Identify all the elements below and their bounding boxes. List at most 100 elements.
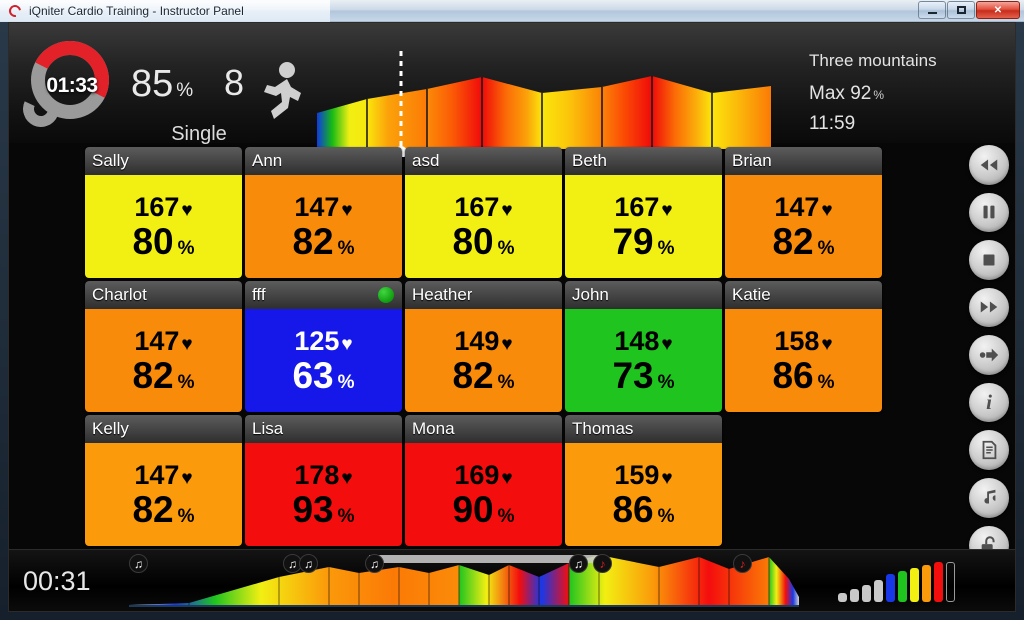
intensity-percent-reading: 82% [292, 223, 354, 260]
elapsed-timer: 01:33 [46, 74, 98, 97]
zone-distribution-chart [838, 562, 955, 602]
participant-tile[interactable]: Charlot 147 ♥ 82% [85, 281, 242, 412]
intensity-percent-unit: % [177, 237, 195, 259]
control-rail: i [963, 145, 1015, 566]
participant-tile-body: 147 ♥ 82% [85, 309, 242, 412]
session-max-label: Max [809, 83, 845, 104]
zone-bar [910, 567, 919, 602]
intensity-percent-value: 86 [772, 354, 814, 396]
intensity-percent-value: 82 [772, 220, 814, 262]
heart-icon: ♥ [341, 333, 353, 355]
music-marker[interactable]: ♫ [365, 554, 384, 573]
participant-tile-body: 167 ♥ 80% [85, 175, 242, 278]
heart-rate-reading: 158 ♥ [774, 327, 832, 355]
intensity-percent-value: 86 [612, 488, 654, 530]
report-button[interactable] [969, 430, 1009, 470]
participant-tile-body: 147 ♥ 82% [85, 443, 242, 546]
session-max-unit: % [873, 88, 884, 102]
participant-name: Thomas [572, 419, 634, 438]
participant-tile[interactable]: Kelly 147 ♥ 82% [85, 415, 242, 546]
window-titlebar[interactable]: iQniter Cardio Training - Instructor Pan… [0, 0, 1024, 22]
session-name: Three mountains [809, 51, 937, 70]
intensity-percent-unit: % [657, 371, 675, 393]
intensity-percent-unit: % [497, 505, 515, 527]
participant-name: John [572, 285, 609, 304]
participant-count: 8 [224, 62, 245, 103]
heart-rate-reading: 167 ♥ [454, 193, 513, 221]
rewind-button[interactable] [969, 145, 1009, 185]
participant-tile[interactable]: fff 125 ♥ 63% [245, 281, 402, 412]
participant-tile[interactable]: Katie 158 ♥ 86% [725, 281, 882, 412]
zone-bar [838, 593, 847, 602]
heart-icon: ♥ [501, 199, 513, 221]
info-button[interactable]: i [969, 382, 1009, 423]
participant-tile[interactable]: John 148 ♥ 73% [565, 281, 722, 412]
participant-tile-body: 167 ♥ 79% [565, 175, 722, 278]
intensity-percent-unit: % [177, 505, 195, 527]
participant-name: Lisa [252, 419, 284, 438]
close-button[interactable]: ✕ [976, 1, 1020, 19]
status-indicator-dot-icon [378, 287, 394, 303]
workout-profile-graph[interactable] [309, 45, 779, 157]
heart-rate-value: 148 [614, 325, 660, 356]
zone-bar [922, 564, 931, 602]
participant-tile[interactable]: Ann 147 ♥ 82% [245, 147, 402, 278]
intensity-percent-reading: 63% [292, 357, 354, 394]
participant-tile[interactable]: Brian 147 ♥ 82% [725, 147, 882, 278]
session-info: Three mountains Max 92% 11:59 [809, 51, 937, 135]
music-marker[interactable]: ♫ [129, 554, 148, 573]
zone-bar [886, 574, 895, 602]
zone-bar [946, 562, 955, 602]
minimize-button[interactable] [918, 1, 946, 19]
stop-button[interactable] [969, 240, 1009, 280]
participant-name: Katie [732, 285, 771, 304]
pause-button[interactable] [969, 192, 1009, 233]
session-timeline[interactable]: ♫ ♫ ♫ ♫ ♫ ♪ ♪ [129, 553, 799, 609]
participant-name: Charlot [92, 285, 147, 304]
next-segment-button[interactable] [969, 335, 1009, 375]
heart-icon: ♥ [501, 333, 513, 355]
heart-rate-reading: 125 ♥ [294, 327, 353, 355]
participant-tile-header: Sally [85, 147, 242, 175]
participant-name: Mona [412, 419, 455, 438]
participant-tile-header: Katie [725, 281, 882, 309]
intensity-percent-value: 90 [452, 488, 494, 530]
participant-tile[interactable]: Beth 167 ♥ 79% [565, 147, 722, 278]
intensity-percent-unit: % [657, 237, 675, 259]
participant-name: Ann [252, 151, 283, 170]
intensity-percent-unit: % [337, 237, 355, 259]
music-button[interactable] [969, 477, 1009, 518]
intensity-percent-value: 73 [612, 354, 654, 396]
music-marker[interactable]: ♫ [299, 554, 318, 573]
participant-name: Kelly [92, 419, 129, 438]
music-marker-muted[interactable]: ♪ [733, 554, 752, 573]
fast-forward-button[interactable] [969, 287, 1009, 328]
heart-rate-reading: 147 ♥ [774, 193, 832, 221]
maximize-button[interactable] [947, 1, 975, 19]
heart-rate-reading: 147 ♥ [134, 461, 192, 489]
intensity-percent-unit: % [337, 371, 355, 393]
participant-tile[interactable]: Thomas 159 ♥ 86% [565, 415, 722, 546]
participant-name: Heather [412, 285, 473, 304]
session-clock: 00:31 [23, 566, 91, 596]
heart-rate-value: 147 [294, 191, 340, 222]
app-logo-icon [6, 2, 23, 19]
intensity-percent-value: 63 [292, 354, 334, 396]
heart-rate-value: 147 [134, 325, 180, 356]
participant-tile-header: Beth [565, 147, 722, 175]
zone-bar [862, 584, 871, 602]
music-marker[interactable]: ♫ [569, 554, 588, 573]
intensity-percent-reading: 86% [772, 357, 834, 394]
intensity-percent-unit: % [817, 237, 835, 259]
participant-tile[interactable]: Sally 167 ♥ 80% [85, 147, 242, 278]
zone-bar [898, 570, 907, 602]
participant-tile[interactable]: Lisa 178 ♥ 93% [245, 415, 402, 546]
intensity-percent-reading: 82% [132, 357, 194, 394]
participant-tile-header: Ann [245, 147, 402, 175]
participant-tile[interactable]: Mona 169 ♥ 90% [405, 415, 562, 546]
music-marker-muted[interactable]: ♪ [593, 554, 612, 573]
participant-tile[interactable]: Heather 149 ♥ 82% [405, 281, 562, 412]
heart-icon: ♥ [341, 467, 353, 489]
participant-tile-body: 169 ♥ 90% [405, 443, 562, 546]
participant-tile[interactable]: asd 167 ♥ 80% [405, 147, 562, 278]
